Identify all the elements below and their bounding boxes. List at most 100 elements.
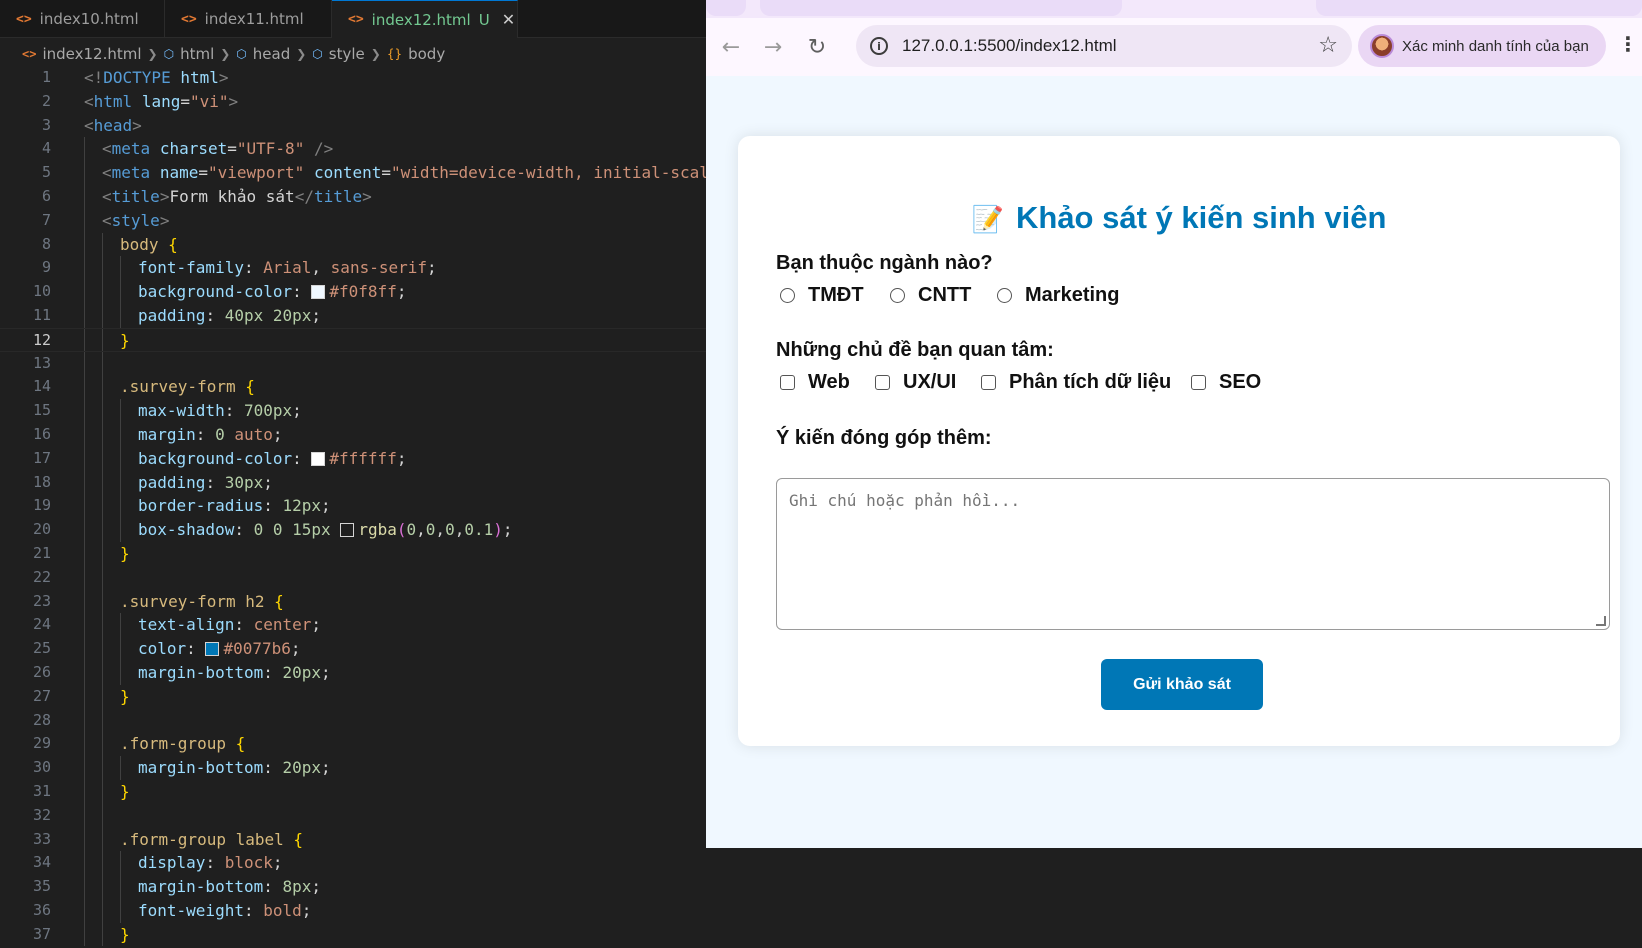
code-line[interactable]: 37} (0, 922, 706, 947)
code-area[interactable]: 1 <!DOCTYPE html> 2 <html lang="vi"> 3 <head>… (0, 66, 706, 947)
line-number: 36 (32, 900, 51, 919)
radio-option-marketing[interactable]: Marketing (997, 284, 1119, 307)
code-line[interactable]: 25 color: #0077b6; (0, 637, 706, 661)
feedback-textarea[interactable] (776, 478, 1610, 630)
kebab-menu-icon[interactable]: ⋮ (1618, 32, 1638, 56)
code-line[interactable]: 21} (0, 541, 706, 566)
tab-index12[interactable]: <> index12.html U ✕ (332, 0, 518, 38)
submit-survey-button[interactable]: Gửi khảo sát (1101, 659, 1263, 710)
indent-guide (84, 161, 85, 185)
title-text: Khảo sát ý kiến sinh viên (1015, 200, 1387, 235)
code-line[interactable]: 11 padding: 40px 20px; (0, 303, 706, 328)
code-line[interactable]: 29 .form-group { (0, 732, 706, 757)
browser-tab[interactable] (760, 0, 1122, 16)
code-token: { (235, 734, 246, 754)
code-line[interactable]: 22 (0, 565, 706, 590)
breadcrumb-html[interactable]: ⬡ html (164, 45, 215, 63)
browser-tab[interactable] (1316, 0, 1642, 16)
code-token: 0 (215, 424, 225, 444)
code-text: .form-group { (120, 732, 245, 756)
code-line[interactable]: 33 .form-group label { (0, 827, 706, 852)
code-line[interactable]: 35 margin-bottom: 8px; (0, 875, 706, 899)
site-info-icon[interactable]: i (870, 37, 888, 55)
code-line[interactable]: 32 (0, 803, 706, 828)
profile-label: Xác minh danh tính của bạn (1402, 37, 1589, 55)
code-line[interactable]: 8 body { (0, 232, 706, 257)
code-line[interactable]: 20 box-shadow: 0 0 15px rgba(0,0,0,0.1); (0, 518, 706, 542)
checkbox-option-seo[interactable]: SEO (1191, 371, 1261, 394)
code-token: , (435, 520, 446, 540)
color-swatch[interactable] (311, 451, 326, 466)
checkbox-option-uxui[interactable]: UX/UI (875, 371, 956, 394)
code-line[interactable]: 10 background-color: #f0f8ff; (0, 280, 706, 304)
code-line[interactable]: 28 (0, 708, 706, 733)
checkbox[interactable] (1191, 375, 1206, 390)
code-line[interactable]: 1 <!DOCTYPE html> (0, 66, 706, 90)
code-line[interactable]: 27} (0, 684, 706, 709)
code-token: 0.1 (464, 520, 494, 540)
code-line[interactable]: 5 <meta name="viewport" content="width=de… (0, 161, 706, 185)
code-line[interactable]: 6 <title>Form khảo sát</title> (0, 184, 706, 209)
code-text: background-color: #ffffff; (138, 447, 406, 471)
code-line[interactable]: 4 <meta charset="UTF-8" /> (0, 137, 706, 162)
color-swatch[interactable] (340, 523, 355, 538)
code-line[interactable]: 19 border-radius: 12px; (0, 494, 706, 519)
code-line[interactable]: 36 font-weight: bold; (0, 898, 706, 923)
breadcrumb-style[interactable]: ⬡ style (312, 45, 364, 63)
checkbox[interactable] (875, 375, 890, 390)
code-text: margin: 0 auto; (138, 423, 283, 447)
color-swatch[interactable] (311, 285, 326, 300)
bookmark-star-icon[interactable]: ☆ (1318, 33, 1338, 58)
code-line[interactable]: 26 margin-bottom: 20px; (0, 660, 706, 685)
breadcrumb-head[interactable]: ⬡ head (236, 45, 290, 63)
chevron-right-icon: ❯ (147, 47, 158, 61)
code-line[interactable]: 14 .survey-form { (0, 375, 706, 400)
radio-option-cntt[interactable]: CNTT (890, 284, 971, 307)
address-bar[interactable]: i 127.0.0.1:5500/index12.html ☆ (856, 25, 1352, 67)
code-line[interactable]: 2 <html lang="vi"> (0, 90, 706, 114)
breadcrumb-file[interactable]: <> index12.html (22, 45, 142, 63)
checkbox-option-web[interactable]: Web (780, 371, 850, 394)
code-line[interactable]: 24 text-align: center; (0, 613, 706, 638)
profile-button[interactable]: Xác minh danh tính của bạn (1358, 25, 1606, 67)
code-line[interactable]: 23 .survey-form h2 { (0, 589, 706, 614)
breadcrumb-body[interactable]: {} body (387, 45, 445, 63)
code-line[interactable]: 7 <style> (0, 208, 706, 233)
code-line[interactable]: 31} (0, 779, 706, 804)
forward-arrow-icon[interactable]: → (758, 32, 788, 62)
code-token: < (102, 139, 112, 159)
code-line[interactable]: 16 margin: 0 auto; (0, 422, 706, 447)
tab-index10[interactable]: <> index10.html (0, 0, 165, 38)
radio-button[interactable] (780, 288, 795, 303)
url-text[interactable]: 127.0.0.1:5500/index12.html (902, 36, 1117, 56)
radio-option-tmdt[interactable]: TMĐT (780, 284, 864, 307)
reload-icon[interactable]: ↻ (802, 32, 832, 62)
close-icon[interactable]: ✕ (502, 10, 515, 29)
indent-guide (102, 898, 103, 923)
code-line[interactable]: 3 <head> (0, 114, 706, 138)
radio-button[interactable] (997, 288, 1012, 303)
code-line[interactable]: 12} (0, 327, 706, 352)
checkbox-option-data-analysis[interactable]: Phân tích dữ liệu (981, 371, 1171, 394)
code-line[interactable]: 9 font-family: Arial, sans-serif; (0, 256, 706, 281)
radio-button[interactable] (890, 288, 905, 303)
resize-handle-icon[interactable] (1596, 616, 1606, 626)
back-arrow-icon[interactable]: ← (716, 32, 746, 62)
code-line[interactable]: 17 background-color: #ffffff; (0, 446, 706, 471)
code-line[interactable]: 18 padding: 30px; (0, 470, 706, 495)
code-line[interactable]: 13 (0, 351, 706, 376)
checkbox[interactable] (981, 375, 996, 390)
line-number: 17 (32, 448, 51, 467)
tab-index11[interactable]: <> index11.html (165, 0, 332, 38)
code-token: < (84, 91, 94, 111)
code-line[interactable]: 15 max-width: 700px; (0, 399, 706, 423)
indent-guide (102, 803, 103, 828)
code-editor[interactable]: <> index10.html <> index11.html <> index… (0, 0, 706, 948)
checkbox[interactable] (780, 375, 795, 390)
color-swatch[interactable] (205, 642, 220, 657)
code-token: Form khảo sát (169, 186, 295, 206)
code-line[interactable]: 34 display: block; (0, 851, 706, 876)
code-line[interactable]: 30 margin-bottom: 20px; (0, 756, 706, 780)
browser-tab[interactable] (706, 0, 746, 16)
